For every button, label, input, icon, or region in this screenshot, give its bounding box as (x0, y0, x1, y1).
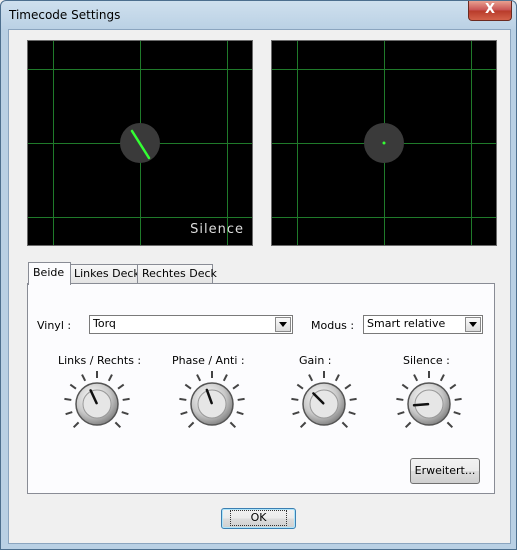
knob-tick (117, 383, 125, 390)
knob-tick (449, 383, 457, 390)
silence-overlay: Silence (190, 222, 244, 237)
knob-tick (349, 397, 357, 401)
knob-gain[interactable] (289, 369, 359, 439)
close-icon: X (484, 2, 496, 17)
knob-tick (291, 397, 299, 401)
modus-label: Modus : (311, 319, 355, 332)
chevron-down-icon[interactable] (465, 317, 481, 332)
knob-label-gain: Gain : (299, 354, 332, 367)
ok-button[interactable]: OK (221, 508, 296, 529)
knob-tick (65, 411, 73, 416)
vinyl-label: Vinyl : (37, 319, 72, 332)
knob-tick (229, 421, 237, 429)
knob-tick (453, 411, 461, 416)
tab-linkes-deck[interactable]: Linkes Deck (69, 264, 140, 283)
knob-tick (401, 383, 409, 390)
knob-tick (236, 411, 244, 416)
ok-button-label: OK (229, 510, 288, 526)
scope-left-graphic (28, 41, 252, 245)
knob-phase-anti[interactable] (177, 369, 247, 439)
knob-tick (308, 374, 314, 382)
knob-label-silence: Silence : (403, 354, 450, 367)
knob-graphic (179, 371, 245, 429)
scope-right-graphic (272, 41, 496, 245)
knob-tick (404, 421, 412, 429)
tab-panel: Vinyl : Torq Modus : Smart relative Link… (27, 283, 495, 494)
knob-tick (454, 397, 462, 401)
knob-tick (187, 421, 195, 429)
knob-tick (179, 397, 187, 401)
knob-tick (334, 374, 340, 382)
knob-tick (237, 397, 245, 401)
dialog-window: Timecode Settings X Silence Beide Linkes… (0, 0, 517, 550)
knob-graphic (291, 371, 357, 429)
knob-tick (232, 383, 240, 390)
vinyl-value: Torq (93, 317, 116, 330)
knob-tick (446, 421, 454, 429)
knob-tick (397, 411, 405, 416)
chevron-down-icon[interactable] (275, 317, 291, 332)
knob-tick (69, 383, 77, 390)
knob-label-links-rechts: Links / Rechts : (58, 354, 142, 367)
scope-left: Silence (27, 40, 253, 246)
knob-graphic (396, 371, 462, 429)
title-bar[interactable]: Timecode Settings X (1, 1, 516, 29)
knob-tick (64, 397, 72, 401)
modus-select[interactable]: Smart relative (363, 315, 483, 334)
client-area: Silence Beide Linkes Deck Rechtes Deck V… (8, 29, 511, 544)
knob-links-rechts[interactable] (62, 369, 132, 439)
knob-tick (299, 421, 307, 429)
vinyl-select[interactable]: Torq (89, 315, 293, 334)
knob-tick (184, 383, 192, 390)
knob-silence[interactable] (394, 369, 464, 439)
knob-tick (344, 383, 352, 390)
scope-right (271, 40, 497, 246)
knob-tick (122, 397, 130, 401)
knob-tick (296, 383, 304, 390)
knob-tick (341, 421, 349, 429)
close-button[interactable]: X (468, 1, 512, 21)
knob-pointer (412, 402, 430, 407)
knob-tick (196, 374, 202, 382)
knob-tick (439, 374, 445, 382)
knob-tick (114, 421, 122, 429)
modus-value: Smart relative (367, 317, 446, 330)
knob-tick (222, 374, 228, 382)
knob-graphic (64, 371, 130, 429)
knob-tick (107, 374, 113, 382)
knob-tick (121, 411, 129, 416)
scope-dot (382, 141, 386, 145)
tab-beide[interactable]: Beide (28, 262, 71, 285)
knob-tick (348, 411, 356, 416)
tab-rechtes-deck[interactable]: Rechtes Deck (137, 264, 217, 283)
advanced-button[interactable]: Erweitert... (410, 458, 480, 484)
knob-tick (81, 374, 87, 382)
knob-tick (413, 374, 419, 382)
advanced-button-label: Erweitert... (414, 464, 476, 477)
knob-tick (396, 397, 404, 401)
knob-tick (72, 421, 80, 429)
window-title: Timecode Settings (9, 8, 121, 22)
knob-tick (180, 411, 188, 416)
knob-label-phase-anti: Phase / Anti : (172, 354, 245, 367)
knob-tick (292, 411, 300, 416)
